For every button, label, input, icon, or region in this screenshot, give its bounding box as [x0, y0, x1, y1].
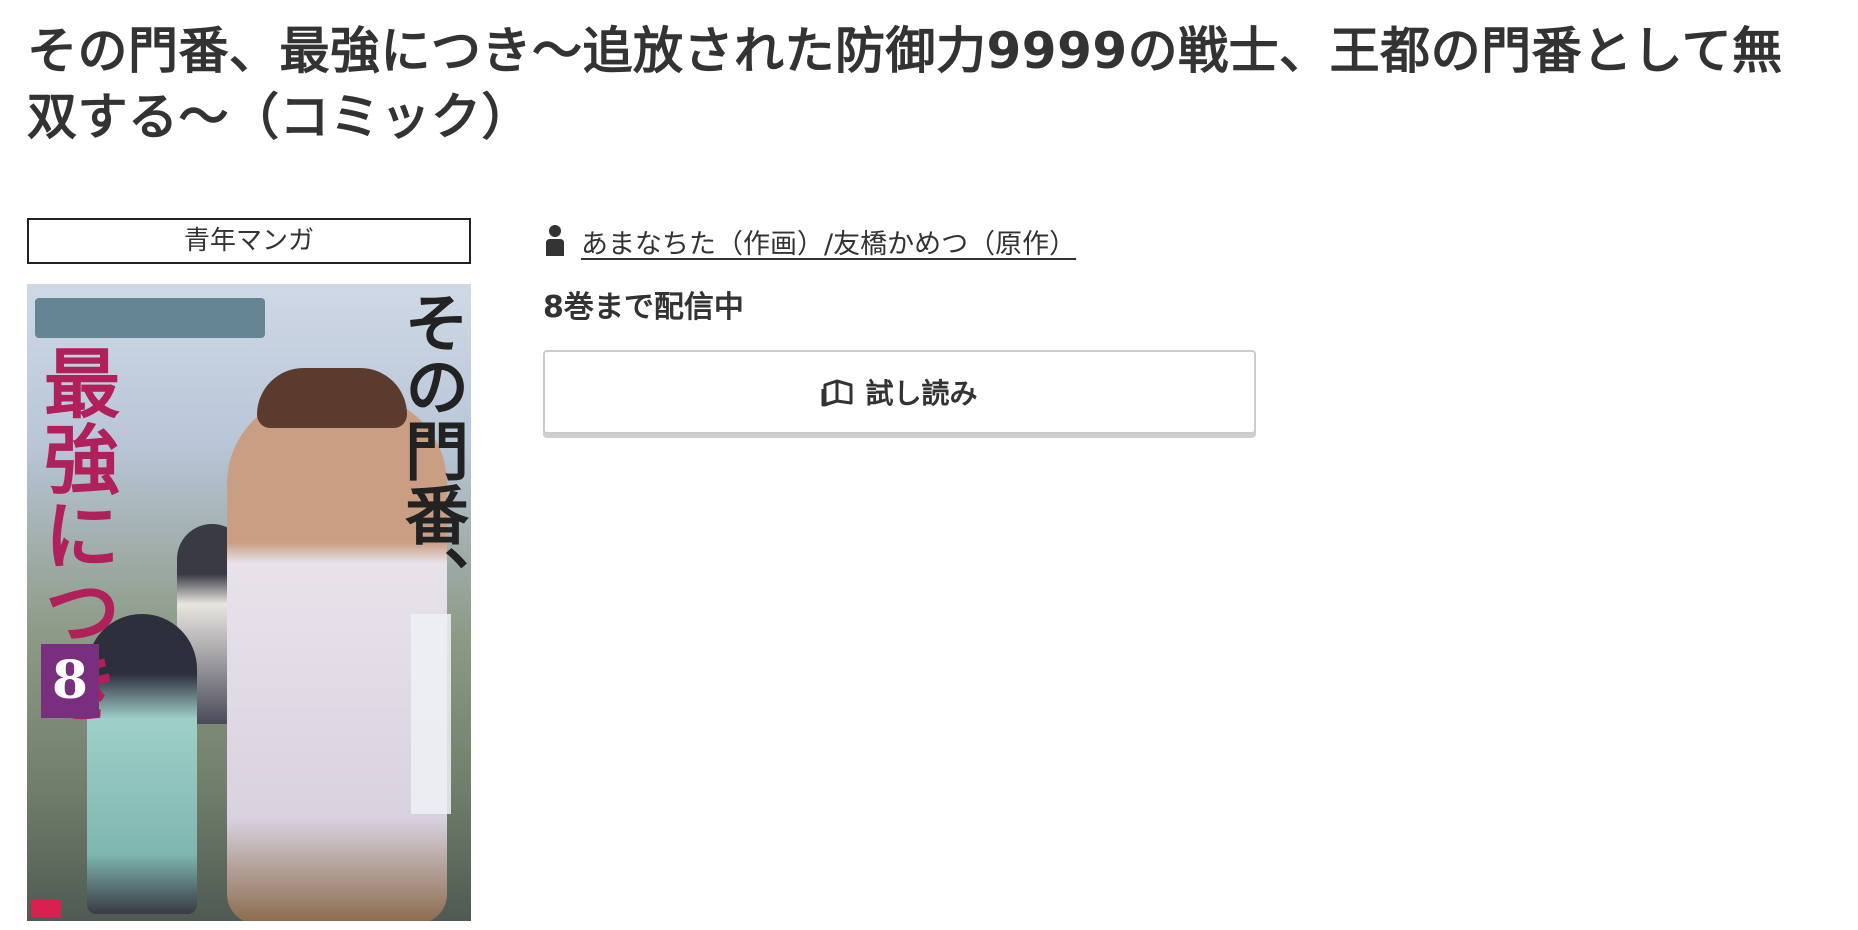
page-title: その門番、最強につき〜追放された防御力9999の戦士、王都の門番として無双する〜…: [27, 22, 1783, 146]
left-column: 青年マンガ その門番、 最強につき 8: [27, 218, 471, 921]
cover-image[interactable]: その門番、 最強につき 8: [27, 284, 471, 921]
author-row: あまなちた（作画）/友橋かめつ（原作）: [543, 218, 1263, 264]
cover-author-column: [411, 614, 451, 814]
trial-read-label: 試し読み: [865, 377, 978, 410]
author-link[interactable]: あまなちた（作画）/友橋かめつ（原作）: [581, 222, 1076, 261]
right-column: あまなちた（作画）/友橋かめつ（原作） 8巻まで配信中 試し読み: [543, 218, 1263, 434]
availability-status: 8巻まで配信中: [543, 290, 744, 325]
cover-subtitle-band: [35, 298, 265, 338]
cover-title-top: その門番、: [394, 290, 469, 610]
trial-read-button[interactable]: 試し読み: [543, 350, 1256, 434]
book-open-icon: [821, 377, 855, 407]
genre-label[interactable]: 青年マンガ: [27, 218, 471, 264]
cover-volume-badge: 8: [41, 644, 99, 718]
person-icon: [543, 224, 567, 258]
publisher-logo: [31, 899, 61, 917]
cover-figure-hair: [257, 368, 407, 428]
